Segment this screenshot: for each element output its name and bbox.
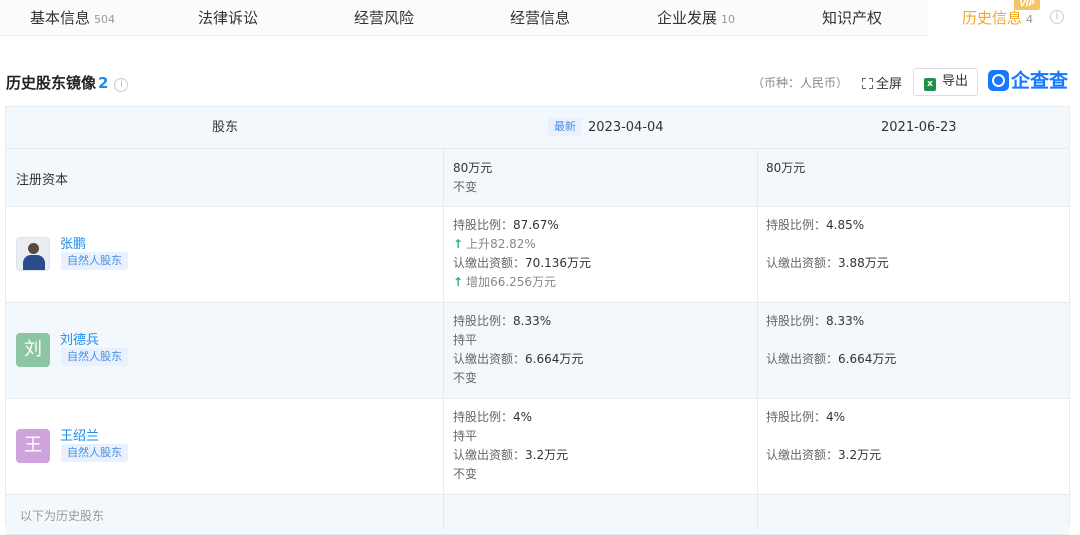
top-tab-bar: 基本信息 504 法律诉讼 经营风险 经营信息 企业发展 10 知识产权 历史信息 4… xyxy=(0,0,1080,36)
shareholder-type-tag: 自然人股东 xyxy=(61,252,128,270)
tab-risk[interactable]: 经营风险 xyxy=(354,0,414,36)
shareholder-table: 股东 最新 2023-04-04 2021-06-23 注册资本 80万元 不变 … xyxy=(5,106,1070,535)
col1-details: 持股比例：8.33% 持平 认缴出资额：6.664万元 不变 xyxy=(453,312,583,388)
tab-label: 经营风险 xyxy=(354,9,415,27)
export-button[interactable]: x 导出 xyxy=(913,68,978,96)
avatar[interactable]: 刘 xyxy=(16,333,50,367)
ratio-change: 持平 xyxy=(453,333,478,347)
capital-col1: 80万元 不变 xyxy=(453,159,492,197)
ratio-line: 持股比例：8.33% xyxy=(766,314,865,328)
info-icon[interactable]: i xyxy=(114,78,129,92)
tab-label: 历史信息 xyxy=(962,9,1023,27)
avatar[interactable] xyxy=(16,237,50,271)
tab-label: 法律诉讼 xyxy=(198,9,259,27)
fullscreen-icon xyxy=(862,78,873,89)
logo-text: 企查查 xyxy=(1011,70,1069,92)
fullscreen-label: 全屏 xyxy=(876,77,903,92)
col1-details: 持股比例：87.67% ↑ 上升82.82% 认缴出资额：70.136万元 ↑ 增加… xyxy=(453,216,591,292)
tab-count: 504 xyxy=(94,13,116,26)
col2-details: 持股比例：4% 认缴出资额：3.2万元 xyxy=(766,408,881,465)
up-arrow-icon: ↑ xyxy=(453,237,464,251)
col1-details: 持股比例：4% 持平 认缴出资额：3.2万元 不变 xyxy=(453,408,568,484)
table-row: 刘 刘德兵 自然人股东 持股比例：8.33% 持平 认缴出资额：6.664万元 … xyxy=(6,303,1069,399)
capital-change: 不变 xyxy=(453,180,478,194)
capital-value: 80万元 xyxy=(766,161,806,175)
tab-label: 经营信息 xyxy=(510,9,571,27)
shareholder-name[interactable]: 张鹏 xyxy=(60,233,86,252)
table-header-row: 股东 最新 2023-04-04 2021-06-23 xyxy=(6,107,1069,149)
tab-label: 企业发展 xyxy=(657,9,718,27)
amount-change: 不变 xyxy=(453,371,478,385)
tab-label: 知识产权 xyxy=(822,9,883,27)
ratio-line: 持股比例：4% xyxy=(766,410,846,424)
capital-col2: 80万元 xyxy=(766,159,805,178)
section-count: 2 xyxy=(98,74,109,92)
col2-details: 持股比例：8.33% 认缴出资额：6.664万元 xyxy=(766,312,896,369)
tab-count: 4 xyxy=(1026,13,1034,26)
tab-ip[interactable]: 知识产权 xyxy=(822,0,882,36)
tab-label: 基本信息 xyxy=(30,9,91,27)
tab-basic-info[interactable]: 基本信息 504 xyxy=(30,0,115,36)
logo-icon xyxy=(988,70,1009,91)
tab-history[interactable]: 历史信息 4 VIP i xyxy=(928,0,1080,36)
column-divider xyxy=(757,149,758,529)
ratio-line: 持股比例：8.33% xyxy=(453,314,552,328)
section-title-text: 历史股东镜像 xyxy=(6,74,97,92)
amount-line: 认缴出资额：3.2万元 xyxy=(766,448,882,462)
amount-line: 认缴出资额：70.136万元 xyxy=(453,256,592,270)
latest-badge: 最新 xyxy=(548,118,582,136)
up-arrow-icon: ↑ xyxy=(453,275,464,289)
table-row-capital: 注册资本 80万元 不变 80万元 xyxy=(6,149,1069,207)
tab-operation[interactable]: 经营信息 xyxy=(510,0,570,36)
tab-legal[interactable]: 法律诉讼 xyxy=(198,0,258,36)
qichacha-logo: 企查查 xyxy=(988,70,1068,92)
amount-line: 认缴出资额：3.2万元 xyxy=(453,448,569,462)
capital-value: 80万元 xyxy=(453,161,493,175)
table-row: 王 王绍兰 自然人股东 持股比例：4% 持平 认缴出资额：3.2万元 不变 持股… xyxy=(6,399,1069,495)
ratio-change: ↑ 上升82.82% xyxy=(453,237,536,251)
shareholder-type-tag: 自然人股东 xyxy=(61,348,128,366)
amount-line: 认缴出资额：6.664万元 xyxy=(766,352,897,366)
tab-count: 10 xyxy=(721,13,736,26)
header-old-date: 2021-06-23 xyxy=(881,120,957,135)
ratio-change: 持平 xyxy=(453,429,478,443)
shareholder-name[interactable]: 刘德兵 xyxy=(60,329,99,348)
amount-change: 不变 xyxy=(453,467,478,481)
fullscreen-button[interactable]: 全屏 xyxy=(862,73,902,92)
ratio-line: 持股比例：4.85% xyxy=(766,218,865,232)
info-icon[interactable]: i xyxy=(1050,10,1064,24)
amount-change: ↑ 增加66.256万元 xyxy=(453,275,557,289)
amount-line: 认缴出资额：3.88万元 xyxy=(766,256,889,270)
tab-development[interactable]: 企业发展 10 xyxy=(657,0,735,36)
ratio-line: 持股比例：87.67% xyxy=(453,218,559,232)
ratio-line: 持股比例：4% xyxy=(453,410,533,424)
vip-badge: VIP xyxy=(1014,0,1040,10)
section-title: 历史股东镜像 2 i xyxy=(6,72,129,93)
col2-details: 持股比例：4.85% 认缴出资额：3.88万元 xyxy=(766,216,889,273)
amount-line: 认缴出资额：6.664万元 xyxy=(453,352,584,366)
export-label: 导出 xyxy=(942,74,969,89)
date-label: 2023-04-04 xyxy=(588,120,664,135)
header-latest-date: 最新 2023-04-04 xyxy=(548,107,664,149)
shareholder-name[interactable]: 王绍兰 xyxy=(60,425,99,444)
table-row: 张鹏 自然人股东 持股比例：87.67% ↑ 上升82.82% 认缴出资额：70.… xyxy=(6,207,1069,303)
avatar[interactable]: 王 xyxy=(16,429,50,463)
currency-note: （币种：人民币） xyxy=(752,76,849,90)
table-footer-row: 以下为历史股东 xyxy=(6,495,1069,535)
capital-label: 注册资本 xyxy=(16,173,69,188)
column-divider xyxy=(443,149,444,529)
shareholder-type-tag: 自然人股东 xyxy=(61,444,128,462)
excel-icon: x xyxy=(924,78,936,91)
header-shareholder: 股东 xyxy=(212,120,239,135)
